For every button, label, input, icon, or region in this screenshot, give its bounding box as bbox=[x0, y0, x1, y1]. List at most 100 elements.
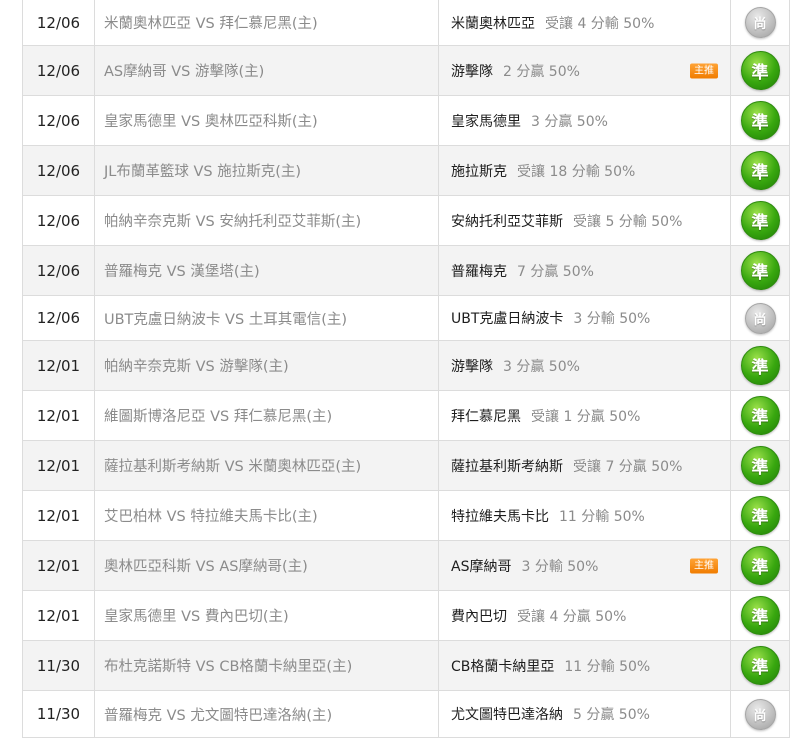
match-date: 12/01 bbox=[23, 341, 95, 390]
result-cell: 準 bbox=[731, 391, 789, 440]
match-title[interactable]: 奧林匹亞科斯 VS AS摩納哥(主) bbox=[95, 541, 439, 590]
pick-team: 游擊隊 bbox=[451, 63, 493, 80]
result-cell: 準 bbox=[731, 491, 789, 540]
result-cell: 準 bbox=[731, 341, 789, 390]
match-title[interactable]: AS摩納哥 VS 游擊隊(主) bbox=[95, 46, 439, 95]
table-row: 11/30 布杜克諾斯特 VS CB格蘭卡納里亞(主) CB格蘭卡納里亞 11 分輸 … bbox=[23, 641, 789, 691]
pick-team: 皇家馬德里 bbox=[451, 113, 521, 130]
result-pending-icon: 尚 bbox=[744, 698, 776, 730]
pick-cell: UBT克盧日納波卡 3 分輸 50% bbox=[439, 296, 731, 340]
pick-cell: 薩拉基利斯考納斯 受讓 7 分贏 50% bbox=[439, 441, 731, 490]
result-win-icon: 準 bbox=[740, 201, 780, 240]
result-cell: 準 bbox=[731, 591, 789, 640]
result-win-icon: 準 bbox=[740, 446, 780, 485]
result-cell: 準 bbox=[731, 441, 789, 490]
result-cell: 準 bbox=[731, 641, 789, 690]
match-date: 11/30 bbox=[23, 691, 95, 737]
pick-team: 拜仁慕尼黑 bbox=[451, 408, 521, 425]
pick-line: 受讓 4 分輸 50% bbox=[545, 15, 655, 32]
pick-cell: 尤文圖特巴達洛納 5 分贏 50% bbox=[439, 691, 731, 737]
match-title[interactable]: 普羅梅克 VS 漢堡塔(主) bbox=[95, 246, 439, 295]
result-cell: 尚 bbox=[731, 691, 789, 737]
pick-line: 3 分輸 50% bbox=[521, 558, 599, 575]
result-cell: 準 bbox=[731, 96, 789, 145]
table-row: 12/01 維圖斯博洛尼亞 VS 拜仁慕尼黑(主) 拜仁慕尼黑 受讓 1 分贏 50%… bbox=[23, 391, 789, 441]
pick-cell: 普羅梅克 7 分贏 50% bbox=[439, 246, 731, 295]
table-row: 12/01 艾巴柏林 VS 特拉維夫馬卡比(主) 特拉維夫馬卡比 11 分輸 50% 準 bbox=[23, 491, 789, 541]
pick-cell: 米蘭奧林匹亞 受讓 4 分輸 50% bbox=[439, 0, 731, 45]
match-title[interactable]: 皇家馬德里 VS 費內巴切(主) bbox=[95, 591, 439, 640]
pick-team: UBT克盧日納波卡 bbox=[451, 311, 564, 327]
match-title[interactable]: 帕納辛奈克斯 VS 安納托利亞艾菲斯(主) bbox=[95, 196, 439, 245]
result-win-icon: 準 bbox=[740, 251, 780, 290]
match-title[interactable]: 皇家馬德里 VS 奧林匹亞科斯(主) bbox=[95, 96, 439, 145]
pick-team: 米蘭奧林匹亞 bbox=[451, 15, 535, 32]
pick-team: 尤文圖特巴達洛納 bbox=[451, 707, 563, 723]
match-title[interactable]: 維圖斯博洛尼亞 VS 拜仁慕尼黑(主) bbox=[95, 391, 439, 440]
match-title[interactable]: 普羅梅克 VS 尤文圖特巴達洛納(主) bbox=[95, 691, 439, 737]
match-date: 12/01 bbox=[23, 491, 95, 540]
result-pending-icon: 尚 bbox=[744, 7, 776, 38]
result-cell: 準 bbox=[731, 246, 789, 295]
match-title[interactable]: UBT克盧日納波卡 VS 土耳其電信(主) bbox=[95, 296, 439, 340]
table-row: 11/30 普羅梅克 VS 尤文圖特巴達洛納(主) 尤文圖特巴達洛納 5 分贏 50%… bbox=[23, 691, 789, 738]
match-title[interactable]: 帕納辛奈克斯 VS 游擊隊(主) bbox=[95, 341, 439, 390]
pick-team: 施拉斯克 bbox=[451, 163, 507, 180]
pick-line: 受讓 4 分贏 50% bbox=[517, 608, 627, 625]
result-cell: 準 bbox=[731, 541, 789, 590]
result-win-icon: 準 bbox=[740, 496, 780, 535]
match-date: 12/01 bbox=[23, 591, 95, 640]
pick-line: 3 分贏 50% bbox=[531, 113, 608, 130]
result-win-icon: 準 bbox=[740, 646, 780, 685]
pick-line: 7 分贏 50% bbox=[517, 263, 594, 280]
pick-cell: 安納托利亞艾菲斯 受讓 5 分輸 50% bbox=[439, 196, 731, 245]
pick-line: 受讓 5 分輸 50% bbox=[573, 213, 683, 230]
pick-cell: 皇家馬德里 3 分贏 50% bbox=[439, 96, 731, 145]
pick-cell: 施拉斯克 受讓 18 分輸 50% bbox=[439, 146, 731, 195]
table-row: 12/06 普羅梅克 VS 漢堡塔(主) 普羅梅克 7 分贏 50% 準 bbox=[23, 246, 789, 296]
pick-line: 2 分贏 50% bbox=[503, 63, 580, 80]
pick-team: CB格蘭卡納里亞 bbox=[451, 658, 555, 675]
table-row: 12/01 奧林匹亞科斯 VS AS摩納哥(主) AS摩納哥 3 分輸 50% 主推 準 bbox=[23, 541, 789, 591]
pick-line: 3 分輸 50% bbox=[573, 311, 651, 327]
match-title[interactable]: 艾巴柏林 VS 特拉維夫馬卡比(主) bbox=[95, 491, 439, 540]
match-title[interactable]: 薩拉基利斯考納斯 VS 米蘭奧林匹亞(主) bbox=[95, 441, 439, 490]
pick-team: AS摩納哥 bbox=[451, 558, 512, 575]
pick-team: 費內巴切 bbox=[451, 608, 507, 625]
pick-team: 安納托利亞艾菲斯 bbox=[451, 213, 563, 230]
match-title[interactable]: JL布蘭革籃球 VS 施拉斯克(主) bbox=[95, 146, 439, 195]
result-win-icon: 準 bbox=[740, 101, 780, 140]
match-date: 12/06 bbox=[23, 246, 95, 295]
match-date: 12/06 bbox=[23, 46, 95, 95]
pick-team: 游擊隊 bbox=[451, 358, 493, 375]
pick-cell: 特拉維夫馬卡比 11 分輸 50% bbox=[439, 491, 731, 540]
match-date: 12/06 bbox=[23, 196, 95, 245]
result-cell: 尚 bbox=[731, 0, 789, 45]
match-title[interactable]: 布杜克諾斯特 VS CB格蘭卡納里亞(主) bbox=[95, 641, 439, 690]
table-row: 12/06 皇家馬德里 VS 奧林匹亞科斯(主) 皇家馬德里 3 分贏 50% 準 bbox=[23, 96, 789, 146]
result-win-icon: 準 bbox=[740, 396, 780, 435]
pick-line: 5 分贏 50% bbox=[573, 707, 650, 723]
table-row: 12/06 UBT克盧日納波卡 VS 土耳其電信(主) UBT克盧日納波卡 3 分輸 … bbox=[23, 296, 789, 341]
pick-line: 3 分贏 50% bbox=[503, 358, 580, 375]
match-date: 12/01 bbox=[23, 441, 95, 490]
result-cell: 準 bbox=[731, 196, 789, 245]
pick-team: 特拉維夫馬卡比 bbox=[451, 508, 549, 525]
table-row: 12/06 AS摩納哥 VS 游擊隊(主) 游擊隊 2 分贏 50% 主推 準 bbox=[23, 46, 789, 96]
table-row: 12/06 JL布蘭革籃球 VS 施拉斯克(主) 施拉斯克 受讓 18 分輸 50% 準 bbox=[23, 146, 789, 196]
match-date: 12/06 bbox=[23, 146, 95, 195]
table-row: 12/01 帕納辛奈克斯 VS 游擊隊(主) 游擊隊 3 分贏 50% 準 bbox=[23, 341, 789, 391]
prediction-table: 12/06 米蘭奧林匹亞 VS 拜仁慕尼黑(主) 米蘭奧林匹亞 受讓 4 分輸 50%… bbox=[22, 0, 790, 738]
result-win-icon: 準 bbox=[740, 596, 780, 635]
match-title[interactable]: 米蘭奧林匹亞 VS 拜仁慕尼黑(主) bbox=[95, 0, 439, 45]
featured-badge: 主推 bbox=[690, 63, 718, 78]
result-win-icon: 準 bbox=[740, 346, 780, 385]
table-row: 12/06 米蘭奧林匹亞 VS 拜仁慕尼黑(主) 米蘭奧林匹亞 受讓 4 分輸 50%… bbox=[23, 0, 789, 46]
table-row: 12/01 薩拉基利斯考納斯 VS 米蘭奧林匹亞(主) 薩拉基利斯考納斯 受讓 7 分… bbox=[23, 441, 789, 491]
pick-line: 11 分輸 50% bbox=[559, 508, 645, 525]
match-date: 12/01 bbox=[23, 391, 95, 440]
match-date: 12/01 bbox=[23, 541, 95, 590]
match-date: 12/06 bbox=[23, 96, 95, 145]
pick-line: 受讓 7 分贏 50% bbox=[573, 458, 683, 475]
pick-cell: AS摩納哥 3 分輸 50% 主推 bbox=[439, 541, 731, 590]
